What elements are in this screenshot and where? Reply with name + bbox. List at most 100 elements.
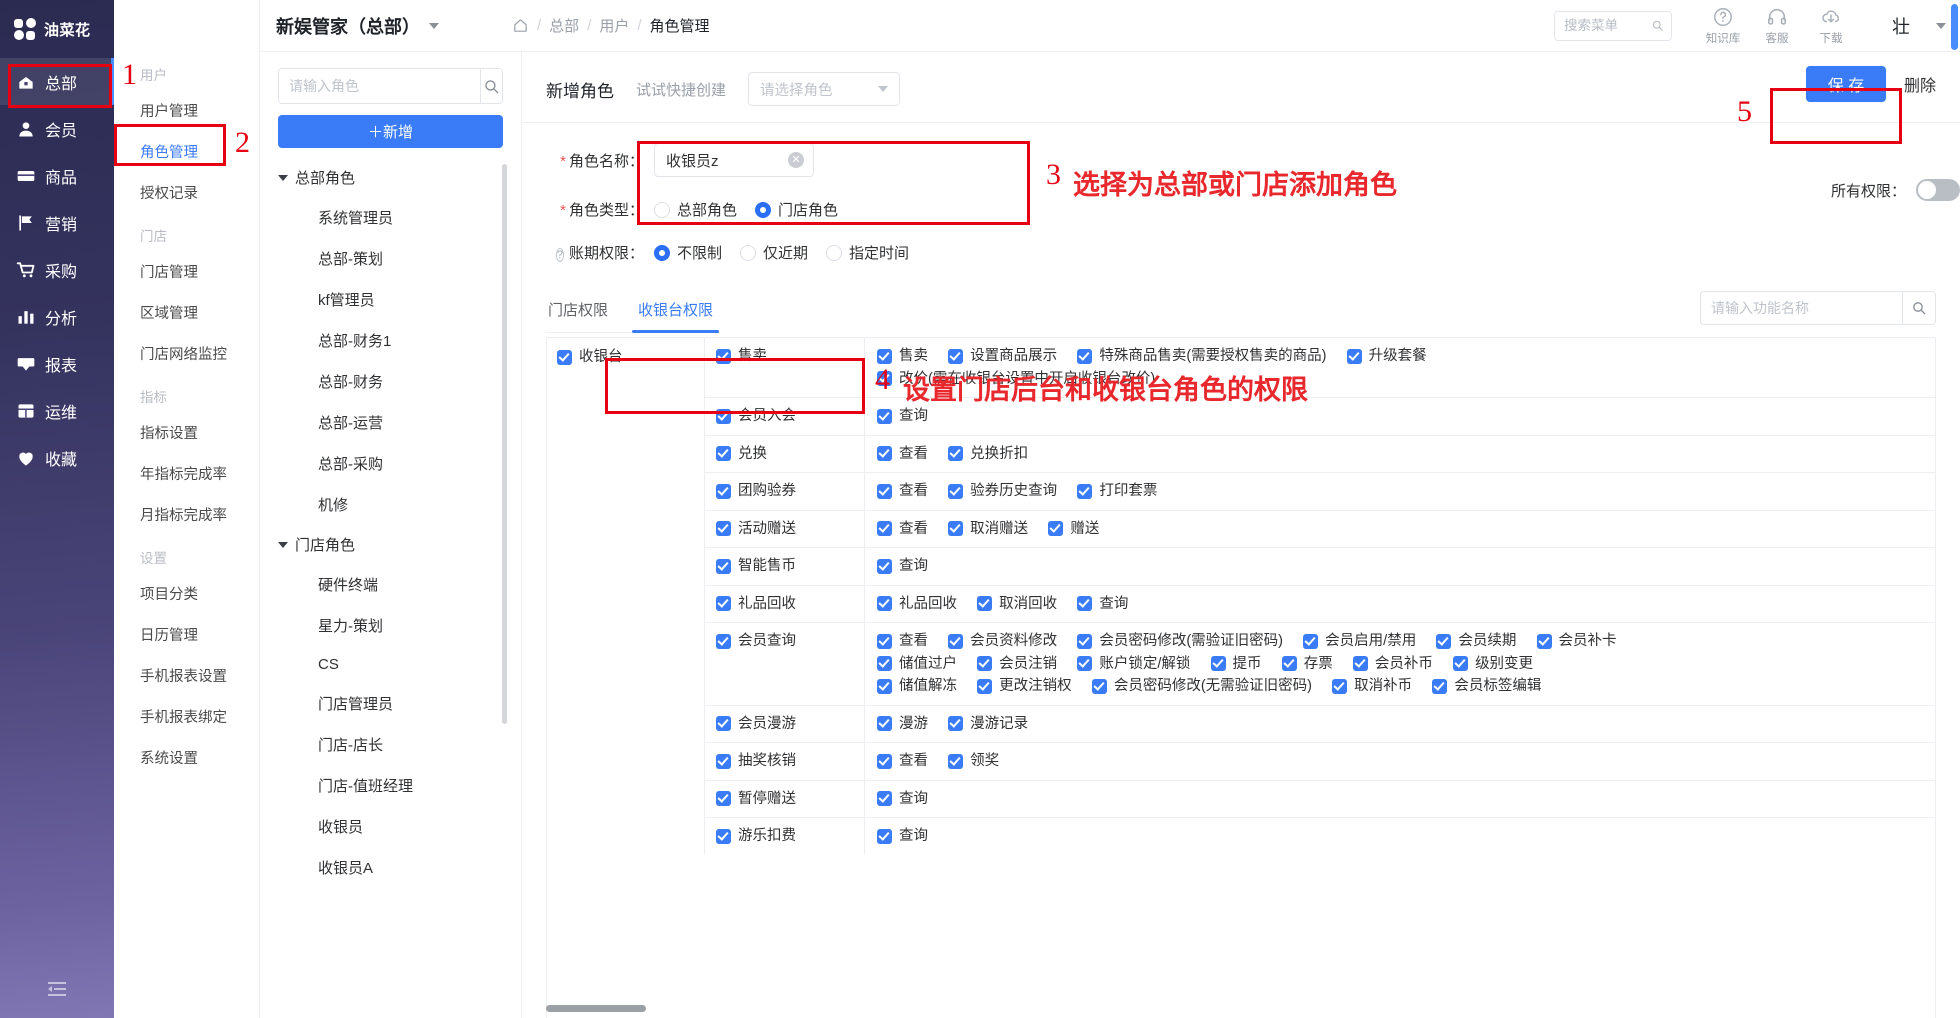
checkbox-permission[interactable]: 查看 <box>877 750 928 772</box>
breadcrumb-item-headquarters[interactable]: 总部 <box>549 15 579 36</box>
role-group-headquarters[interactable]: 总部角色 <box>278 158 503 197</box>
subnav-item-region-management[interactable]: 区域管理 <box>114 292 259 333</box>
checkbox-permission[interactable]: 升级套餐 <box>1346 345 1427 367</box>
radio-headquarters-role[interactable]: 总部角色 <box>654 199 737 220</box>
checkbox-permission[interactable]: 取消赠送 <box>948 518 1028 540</box>
sidebar-item-operations[interactable]: 运维 <box>0 387 114 434</box>
collapse-menu-button[interactable] <box>0 978 114 1000</box>
role-group-store[interactable]: 门店角色 <box>278 525 503 564</box>
breadcrumb-item-user[interactable]: 用户 <box>599 15 629 36</box>
role-name-input[interactable] <box>664 150 782 170</box>
page-scrollbar[interactable] <box>1951 4 1958 50</box>
checkbox-permission[interactable]: 会员资料修改 <box>948 630 1057 652</box>
all-permissions-toggle[interactable] <box>1916 179 1960 201</box>
role-item[interactable]: 总部-运营 <box>278 402 503 443</box>
sidebar-item-members[interactable]: 会员 <box>0 105 114 152</box>
checkbox-permission[interactable]: 账户锁定/解锁 <box>1077 653 1190 675</box>
role-item[interactable]: 总部-财务 <box>278 361 503 402</box>
checkbox-cashier-root[interactable]: 收银台 <box>557 346 623 368</box>
radio-specified-time[interactable]: 指定时间 <box>826 242 909 263</box>
checkbox-permission[interactable]: 领奖 <box>948 750 999 772</box>
role-name-field[interactable]: ✕ <box>654 143 814 177</box>
sidebar-item-marketing[interactable]: 营销 <box>0 199 114 246</box>
user-menu[interactable]: 壮 <box>1892 13 1946 39</box>
checkbox-module[interactable]: 活动赠送 <box>716 518 796 540</box>
subnav-item-project-category[interactable]: 项目分类 <box>114 573 259 614</box>
subnav-item-yearly-metric-rate[interactable]: 年指标完成率 <box>114 453 259 494</box>
checkbox-permission[interactable]: 储值解冻 <box>877 675 957 697</box>
checkbox-permission[interactable]: 查看 <box>877 518 928 540</box>
app-switcher[interactable]: 新娱管家（总部） <box>260 13 460 39</box>
role-item[interactable]: 总部-采购 <box>278 443 503 484</box>
role-list-scrollbar[interactable] <box>502 164 507 724</box>
checkbox-permission[interactable]: 会员补卡 <box>1536 630 1617 652</box>
checkbox-module[interactable]: 会员漫游 <box>716 713 796 735</box>
delete-button[interactable]: 删除 <box>1904 72 1936 96</box>
role-item[interactable]: 硬件终端 <box>278 564 503 605</box>
radio-store-role[interactable]: 门店角色 <box>755 199 838 220</box>
checkbox-permission[interactable]: 会员续期 <box>1436 630 1516 652</box>
checkbox-permission[interactable]: 提币 <box>1210 653 1262 675</box>
subnav-item-auth-records[interactable]: 授权记录 <box>114 172 259 213</box>
subnav-item-store-management[interactable]: 门店管理 <box>114 251 259 292</box>
subnav-item-system-settings[interactable]: 系统设置 <box>114 737 259 778</box>
role-item[interactable]: 星力-策划 <box>278 605 503 646</box>
sidebar-item-headquarters[interactable]: 总部 <box>0 58 114 105</box>
save-button[interactable]: 保 存 <box>1805 66 1886 102</box>
permission-table-hscrollbar[interactable] <box>546 1005 1586 1012</box>
checkbox-permission[interactable]: 存票 <box>1281 653 1333 675</box>
tab-cashier-permissions[interactable]: 收银台权限 <box>632 291 720 333</box>
role-search-input[interactable] <box>279 69 480 103</box>
add-role-button[interactable]: ＋新增 <box>278 115 503 148</box>
checkbox-permission[interactable]: 取消补币 <box>1332 675 1412 697</box>
subnav-item-user-management[interactable]: 用户管理 <box>114 90 259 131</box>
sidebar-item-purchase[interactable]: 采购 <box>0 246 114 293</box>
subnav-item-mobile-report-binding[interactable]: 手机报表绑定 <box>114 696 259 737</box>
sidebar-item-reports[interactable]: 报表 <box>0 340 114 387</box>
role-item[interactable]: 机修 <box>278 484 503 525</box>
customer-service-button[interactable]: 客服 <box>1750 6 1804 46</box>
checkbox-permission[interactable]: 兑换折扣 <box>948 443 1028 465</box>
checkbox-permission[interactable]: 级别变更 <box>1453 653 1533 675</box>
role-item[interactable]: 门店管理员 <box>278 683 503 724</box>
tab-store-permissions[interactable]: 门店权限 <box>546 291 610 332</box>
checkbox-permission[interactable]: 礼品回收 <box>877 593 957 615</box>
checkbox-permission[interactable]: 查询 <box>1077 593 1128 615</box>
role-item[interactable]: 门店-值班经理 <box>278 765 503 806</box>
checkbox-permission[interactable]: 验券历史查询 <box>948 480 1057 502</box>
checkbox-permission[interactable]: 漫游记录 <box>948 713 1028 735</box>
role-item[interactable]: kf管理员 <box>278 279 503 320</box>
checkbox-permission[interactable]: 查看 <box>877 630 928 652</box>
checkbox-permission[interactable]: 特殊商品售卖(需要授权售卖的商品) <box>1077 345 1327 367</box>
role-item[interactable]: 收银员 <box>278 806 503 847</box>
scrollbar-thumb[interactable] <box>546 1005 646 1012</box>
checkbox-module[interactable]: 抽奖核销 <box>716 750 796 772</box>
checkbox-module[interactable]: 礼品回收 <box>716 593 796 615</box>
role-item[interactable]: 总部-财务1 <box>278 320 503 361</box>
checkbox-module[interactable]: 会员入会 <box>716 405 796 427</box>
checkbox-module[interactable]: 售卖 <box>716 345 767 367</box>
role-item[interactable]: 门店-店长 <box>278 724 503 765</box>
role-item[interactable]: 收银员A <box>278 847 503 888</box>
checkbox-module[interactable]: 团购验券 <box>716 480 796 502</box>
checkbox-module[interactable]: 智能售币 <box>716 555 796 577</box>
role-item[interactable]: 总部-策划 <box>278 238 503 279</box>
checkbox-permission[interactable]: 会员标签编辑 <box>1432 675 1541 697</box>
checkbox-module[interactable]: 暂停赠送 <box>716 788 796 810</box>
checkbox-permission[interactable]: 查看 <box>877 443 928 465</box>
sidebar-item-favorites[interactable]: 收藏 <box>0 434 114 481</box>
role-search[interactable] <box>278 68 503 104</box>
checkbox-permission[interactable]: 会员启用/禁用 <box>1303 630 1416 652</box>
sidebar-item-goods[interactable]: 商品 <box>0 152 114 199</box>
quick-create-select[interactable]: 请选择角色 <box>748 72 901 106</box>
checkbox-permission[interactable]: 会员密码修改(需验证旧密码) <box>1077 630 1283 652</box>
help-icon[interactable]: ? <box>555 248 564 262</box>
subnav-item-calendar-management[interactable]: 日历管理 <box>114 614 259 655</box>
checkbox-module[interactable]: 兑换 <box>716 443 767 465</box>
sidebar-item-analysis[interactable]: 分析 <box>0 293 114 340</box>
function-search[interactable] <box>1700 291 1936 325</box>
function-search-button[interactable] <box>1902 292 1935 324</box>
checkbox-permission[interactable]: 会员密码修改(无需验证旧密码) <box>1091 675 1312 697</box>
subnav-item-metric-settings[interactable]: 指标设置 <box>114 412 259 453</box>
clear-icon[interactable]: ✕ <box>788 152 804 168</box>
